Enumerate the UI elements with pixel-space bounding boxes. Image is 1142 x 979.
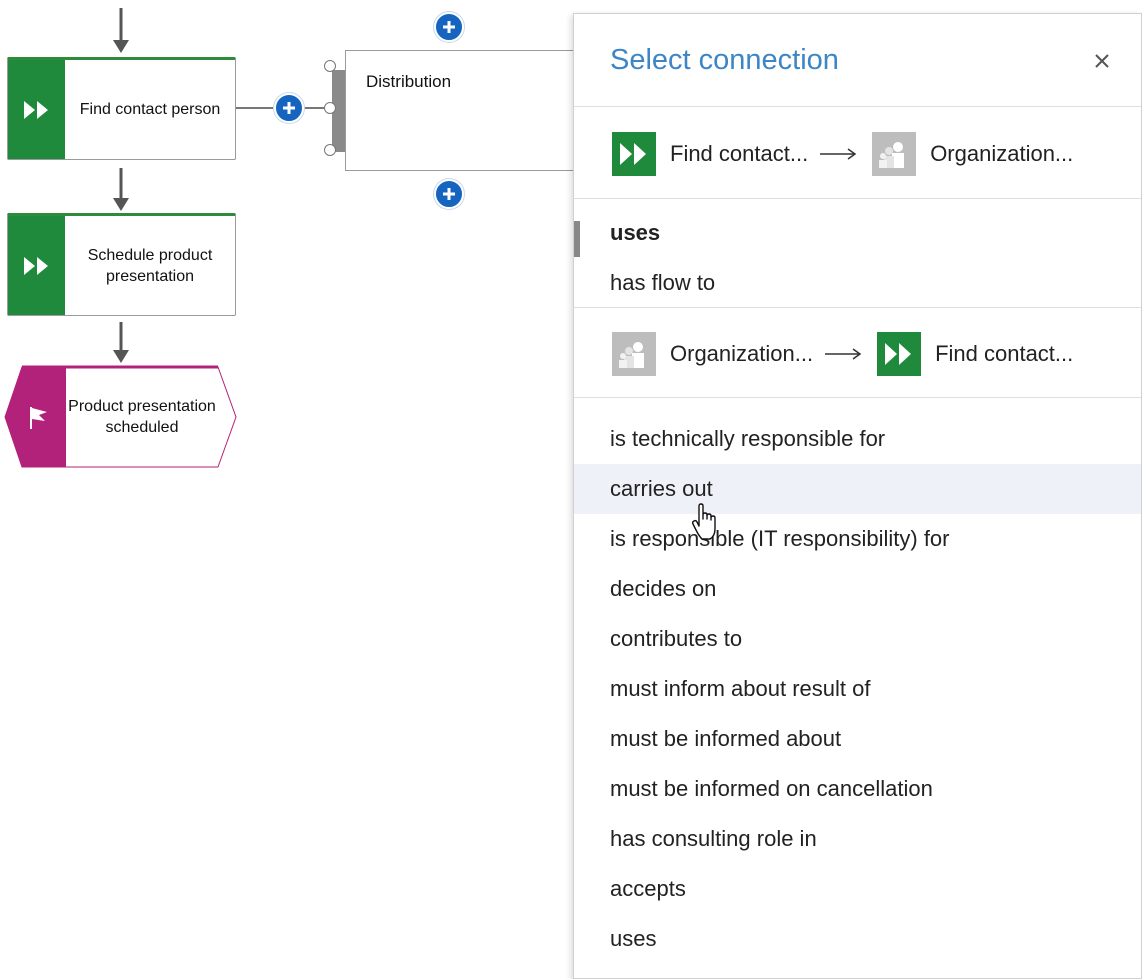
org-unit-label: Distribution xyxy=(366,72,452,91)
connection-option[interactable]: is technically responsible for xyxy=(574,414,1141,464)
event-label: Product presentation scheduled xyxy=(68,398,216,436)
function-label: Find contact person xyxy=(79,101,221,118)
connection-target: Organization... xyxy=(930,141,1074,166)
connection-handle[interactable] xyxy=(324,102,336,114)
dialog-header: Select connection xyxy=(574,14,1141,107)
connection-option-hovered[interactable]: carries out xyxy=(574,464,1141,514)
divider xyxy=(574,397,1141,398)
connection-handle[interactable] xyxy=(324,60,336,72)
select-connection-dialog: Select connection Find contact... Organi… xyxy=(573,13,1142,979)
connection-option[interactable]: decides on xyxy=(574,564,1141,614)
hand-cursor-icon xyxy=(691,503,716,540)
connection-option[interactable]: must be informed about xyxy=(574,714,1141,764)
connection-option[interactable]: has consulting role in xyxy=(574,814,1141,864)
connection-option[interactable]: must inform about result of xyxy=(574,664,1141,714)
connection-option[interactable]: contributes to xyxy=(574,614,1141,664)
connection-direction-header: Organization... Find contact... xyxy=(574,309,1141,399)
function-icon xyxy=(612,132,656,176)
connection-direction-header: Find contact... Organization... xyxy=(574,109,1141,199)
plus-icon xyxy=(443,188,455,200)
connection-source: Organization... xyxy=(670,341,814,366)
connection-option[interactable]: must be informed on cancellation xyxy=(574,764,1141,814)
connection-option[interactable]: uses xyxy=(574,208,1141,258)
function-schedule-product-presentation[interactable]: Schedule product presentation xyxy=(7,213,236,316)
plus-icon xyxy=(443,21,455,33)
close-icon xyxy=(1095,54,1109,68)
connection-option[interactable]: is responsible (IT responsibility) for xyxy=(574,514,1141,564)
arrow-right-icon xyxy=(820,148,857,160)
dialog-title: Select connection xyxy=(610,44,839,76)
function-find-contact-person[interactable]: Find contact person xyxy=(7,57,236,160)
add-object-button-top[interactable] xyxy=(434,12,464,42)
function-icon xyxy=(877,332,922,376)
org-unit-icon xyxy=(872,132,917,176)
connection-handle[interactable] xyxy=(324,144,336,156)
function-label: Schedule product presentation xyxy=(87,246,213,285)
org-unit-distribution[interactable]: Distribution xyxy=(345,50,585,171)
divider xyxy=(574,198,1141,199)
plus-icon xyxy=(283,102,295,114)
divider xyxy=(574,307,1141,308)
arrow-right-icon xyxy=(825,348,862,360)
org-unit-icon xyxy=(612,332,656,376)
function-icon xyxy=(8,60,65,159)
connection-option[interactable]: has flow to xyxy=(574,258,1141,308)
function-icon xyxy=(8,216,65,315)
connection-target: Find contact... xyxy=(935,341,1074,366)
close-button[interactable] xyxy=(1089,48,1115,74)
add-object-button-bottom[interactable] xyxy=(434,179,464,209)
connection-source: Find contact... xyxy=(670,141,809,166)
connection-option[interactable]: uses xyxy=(574,914,1141,964)
connection-option[interactable]: accepts xyxy=(574,864,1141,914)
flag-icon xyxy=(30,407,47,429)
add-object-button-right[interactable] xyxy=(274,93,304,123)
